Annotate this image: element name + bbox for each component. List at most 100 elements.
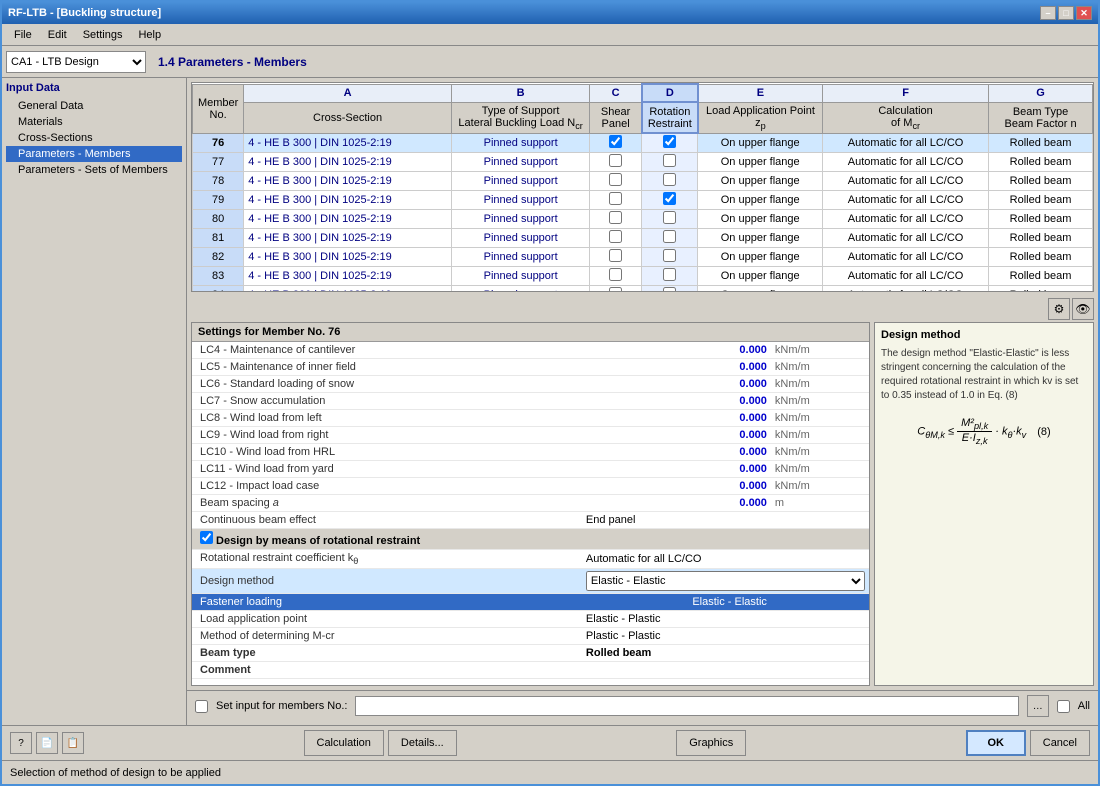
design-method-select[interactable]: Elastic - ElasticElastic - PlasticPlasti… [586, 571, 865, 591]
bottom-section: Set input for members No.: … All [187, 690, 1098, 725]
title-bar: RF-LTB - [Buckling structure] – □ ✕ [2, 2, 1098, 24]
settings-row: Continuous beam effectEnd panel [192, 512, 869, 529]
ok-button[interactable]: OK [966, 730, 1026, 756]
col-subheader-support: Type of SupportLateral Buckling Load Ncr [451, 102, 590, 133]
rotation-checkbox[interactable] [663, 230, 676, 243]
footer-buttons: ? 📄 📋 Calculation Details... Graphics OK… [2, 725, 1098, 760]
table-row[interactable]: 83 4 - HE B 300 | DIN 1025-2:19 Pinned s… [193, 267, 1093, 286]
rotation-checkbox[interactable] [663, 192, 676, 205]
design-method-panel: Design method The design method "Elastic… [874, 322, 1094, 686]
table-row[interactable]: 78 4 - HE B 300 | DIN 1025-2:19 Pinned s… [193, 172, 1093, 191]
status-bar: Selection of method of design to be appl… [2, 760, 1098, 784]
shear-checkbox[interactable] [609, 211, 622, 224]
section-checkbox[interactable] [200, 531, 213, 544]
members-text-input[interactable] [355, 696, 1018, 716]
all-label: All [1078, 700, 1090, 712]
table-row[interactable]: 84 4 - HE B 300 | DIN 1025-2:19 Pinned s… [193, 286, 1093, 292]
main-container: Input Data General Data Materials Cross-… [2, 78, 1098, 725]
shear-checkbox[interactable] [609, 154, 622, 167]
shear-checkbox[interactable] [609, 287, 622, 292]
sidebar-item-cross-sections[interactable]: Cross-Sections [6, 130, 182, 146]
formula-line: CθM,k ≤ M²pl,k E·Iz,k · kθ·kv (8) [887, 417, 1081, 446]
settings-left: Settings for Member No. 76 LC4 - Mainten… [191, 322, 870, 686]
settings-row: Beam typeRolled beam [192, 645, 869, 662]
menu-file[interactable]: File [6, 27, 40, 43]
sidebar: Input Data General Data Materials Cross-… [2, 78, 187, 725]
menu-edit[interactable]: Edit [40, 27, 75, 43]
window: RF-LTB - [Buckling structure] – □ ✕ File… [0, 0, 1100, 786]
copy-icon-btn[interactable]: 📋 [62, 732, 84, 754]
settings-row: LC9 - Wind load from right 0.000 kNm/m [192, 427, 869, 444]
sidebar-item-materials[interactable]: Materials [6, 114, 182, 130]
details-button[interactable]: Details... [388, 730, 457, 756]
menu-help[interactable]: Help [130, 27, 169, 43]
shear-checkbox[interactable] [609, 192, 622, 205]
col-subheader-load: Load Application Pointzp [698, 102, 823, 133]
settings-table: LC4 - Maintenance of cantilever 0.000 kN… [192, 342, 869, 679]
col-subheader-cross: Cross-Section [244, 102, 452, 133]
maximize-button[interactable]: □ [1058, 6, 1074, 20]
section-title: 1.4 Parameters - Members [150, 55, 307, 69]
shear-checkbox[interactable] [609, 230, 622, 243]
view-icon-btn[interactable]: 👁 [1072, 298, 1094, 320]
shear-checkbox[interactable] [609, 135, 622, 148]
settings-row: Design method Elastic - ElasticElastic -… [192, 569, 869, 594]
rotation-checkbox[interactable] [663, 135, 676, 148]
rotation-checkbox[interactable] [663, 211, 676, 224]
col-header-g: G [989, 84, 1093, 102]
rotation-checkbox[interactable] [663, 287, 676, 292]
members-select-icon[interactable]: … [1027, 695, 1049, 717]
sidebar-item-parameters-sets[interactable]: Parameters - Sets of Members [6, 162, 182, 178]
sidebar-header: Input Data [6, 82, 182, 94]
table-row[interactable]: 81 4 - HE B 300 | DIN 1025-2:19 Pinned s… [193, 229, 1093, 248]
settings-row: LC4 - Maintenance of cantilever 0.000 kN… [192, 342, 869, 359]
col-header-member-no: MemberNo. [193, 84, 244, 133]
design-method-description: The design method "Elastic-Elastic" is l… [881, 347, 1087, 403]
print-icon-btn[interactable]: 📄 [36, 732, 58, 754]
table-row[interactable]: 79 4 - HE B 300 | DIN 1025-2:19 Pinned s… [193, 191, 1093, 210]
settings-row: Comment [192, 662, 869, 679]
settings-row: LC10 - Wind load from HRL 0.000 kNm/m [192, 444, 869, 461]
rotation-checkbox[interactable] [663, 249, 676, 262]
help-icon-btn[interactable]: ? [10, 732, 32, 754]
table-row[interactable]: 76 4 - HE B 300 | DIN 1025-2:19 Pinned s… [193, 133, 1093, 153]
col-subheader-beam: Beam TypeBeam Factor n [989, 102, 1093, 133]
rotation-checkbox[interactable] [663, 173, 676, 186]
members-input-row: Set input for members No.: … All [195, 695, 1090, 717]
calculation-button[interactable]: Calculation [304, 730, 384, 756]
table-row[interactable]: 80 4 - HE B 300 | DIN 1025-2:19 Pinned s… [193, 210, 1093, 229]
col-header-a: A [244, 84, 452, 102]
settings-row: LC5 - Maintenance of inner field 0.000 k… [192, 359, 869, 376]
icon-buttons-row: ⚙ 👁 [187, 296, 1098, 322]
set-members-checkbox[interactable] [195, 700, 208, 713]
shear-checkbox[interactable] [609, 268, 622, 281]
cancel-button[interactable]: Cancel [1030, 730, 1090, 756]
design-dropdown[interactable]: CA1 - LTB Design [6, 51, 146, 73]
table-row[interactable]: 82 4 - HE B 300 | DIN 1025-2:19 Pinned s… [193, 248, 1093, 267]
toolbar: CA1 - LTB Design 1.4 Parameters - Member… [2, 46, 1098, 78]
settings-row: Design by means of rotational restraint [192, 529, 869, 550]
close-button[interactable]: ✕ [1076, 6, 1092, 20]
settings-row: LC8 - Wind load from left 0.000 kNm/m [192, 410, 869, 427]
rotation-checkbox[interactable] [663, 268, 676, 281]
col-header-b: B [451, 84, 590, 102]
sidebar-item-general[interactable]: General Data [6, 98, 182, 114]
menu-settings[interactable]: Settings [75, 27, 131, 43]
settings-header: Settings for Member No. 76 [192, 323, 869, 342]
settings-row: Rotational restraint coefficient kθAutom… [192, 550, 869, 569]
shear-checkbox[interactable] [609, 173, 622, 186]
settings-row: LC12 - Impact load case 0.000 kNm/m [192, 478, 869, 495]
minimize-button[interactable]: – [1040, 6, 1056, 20]
table-row[interactable]: 77 4 - HE B 300 | DIN 1025-2:19 Pinned s… [193, 153, 1093, 172]
graphics-button[interactable]: Graphics [676, 730, 746, 756]
rotation-checkbox[interactable] [663, 154, 676, 167]
settings-row: Load application pointElastic - Plastic [192, 611, 869, 628]
table-container[interactable]: MemberNo. A B C D E F G Cross-Section Ty… [191, 82, 1094, 292]
col-header-f: F [823, 84, 989, 102]
sidebar-item-parameters-members[interactable]: Parameters - Members [6, 146, 182, 162]
shear-checkbox[interactable] [609, 249, 622, 262]
window-title: RF-LTB - [Buckling structure] [8, 7, 161, 19]
all-checkbox[interactable] [1057, 700, 1070, 713]
settings-icon-btn[interactable]: ⚙ [1048, 298, 1070, 320]
design-method-title: Design method [881, 329, 1087, 341]
